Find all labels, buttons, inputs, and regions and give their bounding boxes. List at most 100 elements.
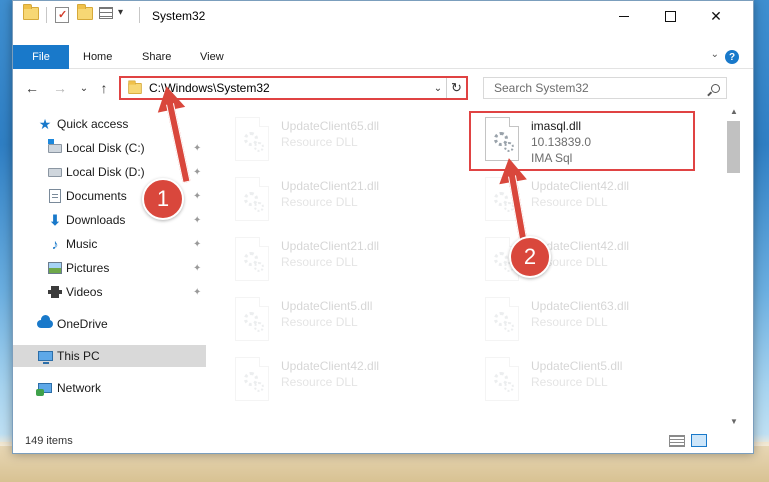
minimize-button[interactable] [601,1,647,31]
annotation-marker-1: 1 [142,178,184,220]
dll-file-icon [485,357,519,401]
new-folder-icon[interactable] [77,4,93,20]
file-type: Resource DLL [531,375,608,389]
file-explorer-window: ▾ System32 ✕ File Home Share View ⌄ ? ← … [12,0,754,454]
sidebar-item-local-disk-d[interactable]: Local Disk (D:) ✦ [13,161,206,183]
title-bar: ▾ System32 ✕ [13,1,753,31]
file-item[interactable]: UpdateClient5.dll Resource DLL [221,291,453,347]
search-input[interactable]: Search System32 [484,81,704,95]
sidebar-item-onedrive[interactable]: OneDrive [13,313,206,335]
file-item[interactable]: UpdateClient42.dll Resource DLL [221,351,453,407]
onedrive-icon [37,315,53,331]
back-button[interactable]: ← [23,79,41,97]
sidebar-item-videos[interactable]: Videos ✦ [13,281,206,303]
refresh-button[interactable]: ↻ [446,78,466,98]
properties-icon[interactable] [55,7,69,23]
sidebar-item-network[interactable]: Network [13,377,206,399]
file-item[interactable]: UpdateClient21.dll Resource DLL [221,171,453,227]
file-item[interactable]: UpdateClient63.dll Resource DLL [471,291,703,347]
folder-icon [128,79,142,94]
dll-file-icon [235,297,269,341]
dll-file-icon [485,297,519,341]
rename-icon[interactable] [99,7,113,19]
downloads-icon: ⬇ [49,211,61,228]
file-list: UpdateClient65.dll Resource DLL imasql.d… [221,105,723,427]
window-title: System32 [152,9,206,23]
address-text[interactable]: C:\Windows\System32 [149,81,430,95]
details-view-icon[interactable] [669,435,685,447]
disk-icon [47,138,63,155]
file-type: Resource DLL [531,195,608,209]
sidebar-item-label: Music [66,237,98,251]
scrollbar-thumb[interactable] [727,121,740,173]
sidebar-item-label: Local Disk (D:) [66,165,145,179]
network-icon [36,381,53,396]
sidebar-item-label: Local Disk (C:) [66,141,145,155]
pin-icon[interactable]: ✦ [193,143,201,154]
separator [46,7,47,23]
scroll-up-arrow-icon[interactable]: ▲ [727,107,741,119]
sidebar-item-music[interactable]: ♪ Music ✦ [13,233,206,255]
dll-file-icon [235,117,269,161]
large-icons-view-icon[interactable] [691,434,707,447]
file-name: UpdateClient65.dll [281,119,380,133]
file-item[interactable]: UpdateClient5.dll Resource DLL [471,351,703,407]
this-pc-icon [37,349,53,364]
file-name: UpdateClient5.dll [531,359,623,373]
videos-icon [47,285,63,299]
search-icon[interactable] [704,83,726,93]
separator [139,7,140,23]
customize-toolbar-chevron-icon[interactable]: ▾ [118,7,123,18]
tab-home[interactable]: Home [83,45,112,69]
maximize-button[interactable] [647,1,693,31]
search-box[interactable]: Search System32 [483,77,727,99]
tab-view[interactable]: View [200,45,224,69]
expand-ribbon-icon[interactable]: ⌄ [711,49,719,60]
star-icon: ★ [38,115,52,132]
file-type: Resource DLL [281,375,358,389]
sidebar-item-label: Quick access [57,117,129,131]
file-name: UpdateClient21.dll [281,179,380,193]
address-dropdown-icon[interactable]: ⌄ [430,83,446,94]
tab-file[interactable]: File [13,45,69,69]
pin-icon[interactable]: ✦ [193,263,201,274]
quick-access-folder-icon[interactable] [23,4,39,20]
sidebar-item-label: This PC [57,349,100,363]
pin-icon[interactable]: ✦ [193,215,201,226]
file-type: Resource DLL [281,135,358,149]
sidebar-item-pictures[interactable]: Pictures ✦ [13,257,206,279]
up-button[interactable]: ↑ [95,79,113,97]
music-icon: ♪ [51,236,59,252]
sidebar-item-label: Downloads [66,213,126,227]
file-type: Resource DLL [281,255,358,269]
sidebar-item-label: Pictures [66,261,110,275]
pin-icon[interactable]: ✦ [193,239,201,250]
forward-button[interactable]: → [51,79,69,97]
scroll-down-arrow-icon[interactable]: ▼ [727,417,741,429]
help-icon[interactable]: ? [725,50,739,64]
file-name: UpdateClient5.dll [281,299,373,313]
file-item[interactable]: UpdateClient21.dll Resource DLL [221,231,453,287]
sidebar-item-label: Network [57,381,102,395]
documents-icon [47,189,63,203]
file-name: UpdateClient63.dll [531,299,630,313]
dll-file-icon [235,177,269,221]
status-item-count: 149 items [25,435,73,447]
file-type: Resource DLL [531,315,608,329]
file-item[interactable]: UpdateClient65.dll Resource DLL [221,111,453,167]
recent-locations-chevron-icon[interactable]: ⌄ [75,79,93,97]
pictures-icon [47,261,63,275]
dll-file-icon [235,237,269,281]
pin-icon[interactable]: ✦ [193,287,201,298]
navigation-bar: ← → ⌄ ↑ C:\Windows\System32 ⌄ ↻ Search S… [13,73,753,103]
sidebar-item-label: OneDrive [57,317,108,331]
tab-share[interactable]: Share [142,45,171,69]
pin-icon[interactable]: ✦ [193,191,201,202]
dll-file-icon [235,357,269,401]
pin-icon[interactable]: ✦ [193,167,201,178]
close-button[interactable]: ✕ [693,1,739,31]
ribbon-tabs: File Home Share View ⌄ ? [13,45,753,69]
file-item[interactable]: UpdateClient42.dll Resource DLL [471,231,703,287]
sidebar-item-this-pc[interactable]: This PC [13,345,206,367]
file-type: Resource DLL [281,315,358,329]
